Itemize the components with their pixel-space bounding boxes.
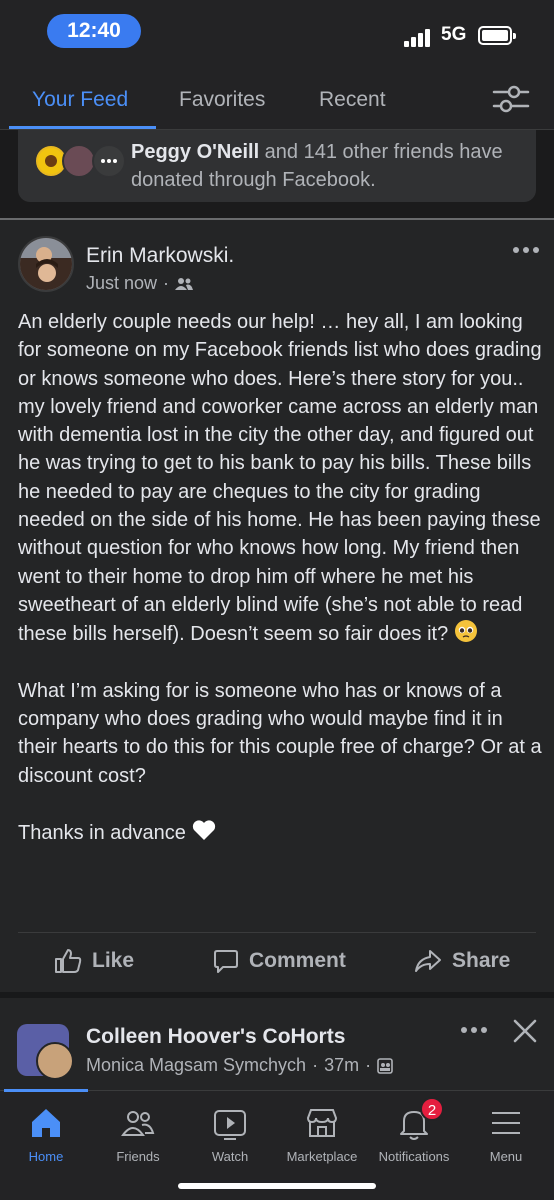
nav-label: Home [28, 1149, 64, 1164]
more-options-icon[interactable] [512, 246, 540, 254]
nav-friends[interactable]: Friends [92, 1103, 184, 1164]
watch-icon [214, 1110, 246, 1140]
post-paragraph: An elderly couple needs our help! … hey … [18, 308, 542, 649]
white-heart-icon [193, 820, 216, 841]
notification-badge: 2 [420, 1097, 444, 1121]
next-post-header: Colleen Hoover's CoHorts Monica Magsam S… [0, 998, 554, 1090]
share-icon [415, 950, 441, 972]
feed-tabs: Your Feed Favorites Recent [0, 66, 554, 130]
meta-separator: · [163, 273, 170, 293]
active-nav-indicator [4, 1089, 88, 1092]
close-icon[interactable] [512, 1018, 538, 1044]
next-post-time[interactable]: 37m [324, 1055, 359, 1076]
meta-separator: · [312, 1055, 319, 1075]
poster-avatar[interactable] [36, 1042, 74, 1080]
filter-sliders-icon[interactable] [492, 84, 530, 114]
post-paragraph-text: Thanks in advance [18, 822, 186, 845]
status-bar: 12:40 5G [0, 0, 554, 66]
network-label: 5G [441, 24, 467, 45]
post-paragraph: Thanks in advance [18, 818, 542, 847]
marketplace-icon [306, 1109, 338, 1137]
comment-label: Comment [249, 949, 346, 972]
post-time[interactable]: Just now [86, 273, 157, 294]
post-body: An elderly couple needs our help! … hey … [18, 308, 542, 876]
donation-summary: Peggy O'Neill and 141 other friends have… [131, 138, 521, 194]
nav-home[interactable]: Home [0, 1103, 92, 1164]
meta-separator: · [365, 1055, 372, 1075]
donor-name[interactable]: Peggy O'Neill [131, 141, 259, 163]
nav-label: Menu [489, 1149, 523, 1164]
poster-name[interactable]: Monica Magsam Symchych [86, 1055, 306, 1076]
nav-marketplace[interactable]: Marketplace [276, 1103, 368, 1164]
friend-avatar [62, 144, 96, 178]
comment-button[interactable]: Comment [213, 946, 346, 976]
nav-notifications[interactable]: 2 Notifications [368, 1097, 460, 1164]
nav-menu[interactable]: Menu [460, 1103, 552, 1164]
actions-divider [18, 932, 536, 933]
nav-label: Friends [116, 1149, 160, 1164]
active-tab-indicator [9, 126, 156, 129]
like-button[interactable]: Like [54, 946, 134, 976]
tab-favorites[interactable]: Favorites [179, 88, 265, 112]
nav-label: Watch [211, 1149, 249, 1164]
share-label: Share [452, 949, 511, 972]
nav-watch[interactable]: Watch [184, 1103, 276, 1164]
post-meta: Just now · [86, 273, 194, 294]
donation-card[interactable]: Peggy O'Neill and 141 other friends have… [18, 130, 536, 202]
friends-audience-icon [175, 277, 194, 290]
group-name[interactable]: Colleen Hoover's CoHorts [86, 1025, 345, 1049]
comment-icon [214, 950, 238, 973]
menu-icon [492, 1112, 520, 1134]
like-label: Like [92, 949, 135, 972]
home-icon [32, 1109, 60, 1137]
thumbs-up-icon [55, 949, 82, 973]
tab-your-feed[interactable]: Your Feed [32, 88, 128, 112]
post-author[interactable]: Erin Markowski. [86, 244, 234, 268]
status-time: 12:40 [47, 14, 141, 48]
battery-icon [478, 26, 516, 45]
nav-label: Marketplace [286, 1149, 358, 1164]
next-post-meta: Monica Magsam Symchych · 37m · [86, 1055, 393, 1076]
share-button[interactable]: Share [414, 946, 510, 976]
post-paragraph: What I’m asking for is someone who has o… [18, 679, 542, 787]
feed-post: Erin Markowski. Just now · An elderly co… [0, 220, 554, 992]
more-options-icon[interactable] [460, 1026, 488, 1034]
pleading-face-icon [454, 620, 477, 643]
home-indicator[interactable] [178, 1183, 376, 1189]
post-paragraph-text: An elderly couple needs our help! … hey … [18, 311, 542, 646]
nav-label: Notifications [378, 1149, 450, 1164]
signal-icon [404, 27, 432, 47]
author-avatar[interactable] [18, 236, 74, 292]
group-audience-icon [377, 1057, 393, 1074]
friends-icon [121, 1111, 155, 1136]
friend-avatar [92, 144, 126, 178]
tab-recent[interactable]: Recent [319, 88, 386, 112]
friend-avatars [34, 144, 144, 184]
